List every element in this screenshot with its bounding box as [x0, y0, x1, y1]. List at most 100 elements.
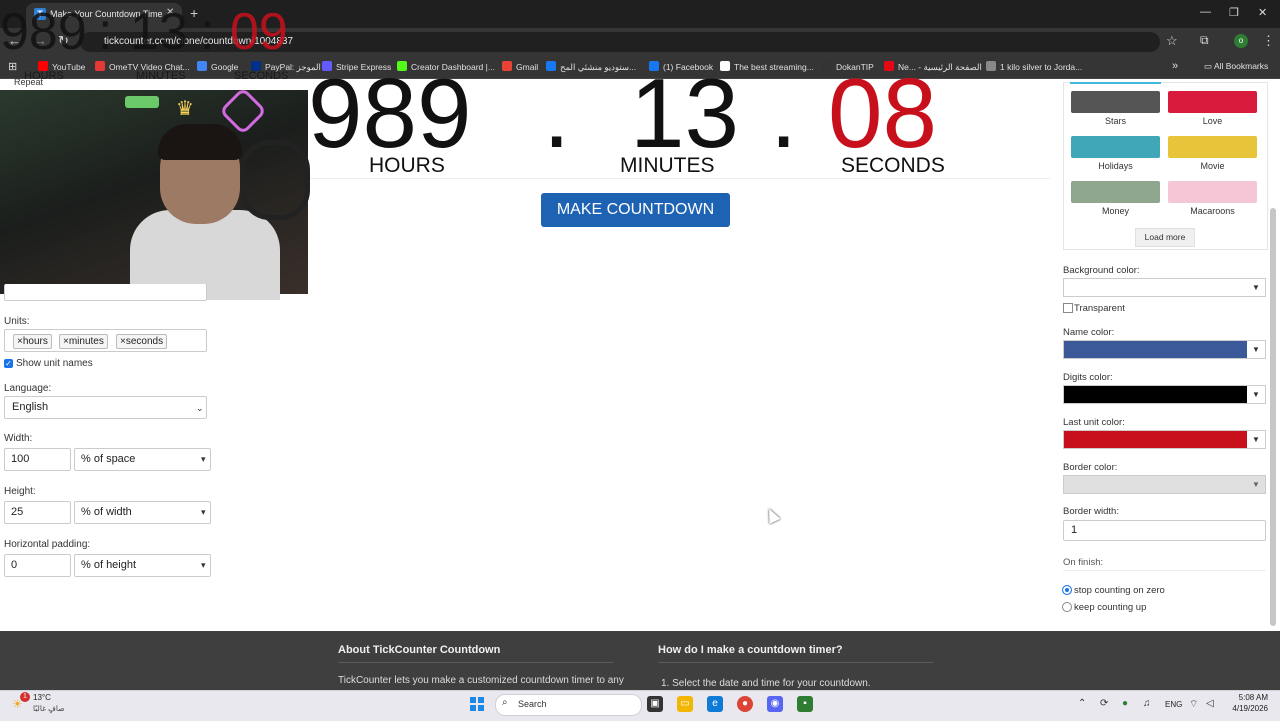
- language-value: English: [12, 401, 49, 413]
- background-thumb[interactable]: [1168, 136, 1257, 158]
- close-window-icon[interactable]: ✕: [1258, 6, 1267, 19]
- transparent-checkbox[interactable]: [1063, 303, 1073, 313]
- divider: [1063, 570, 1266, 571]
- make-countdown-button[interactable]: MAKE COUNTDOWN: [541, 193, 730, 227]
- microphone-icon[interactable]: ♫: [1143, 698, 1151, 709]
- background-thumb[interactable]: [1071, 181, 1160, 203]
- repeat-label: Repeat: [14, 77, 44, 87]
- load-more-button[interactable]: Load more: [1135, 228, 1195, 247]
- chevron-down-icon: ▼: [1247, 386, 1265, 403]
- edge-icon[interactable]: e: [707, 696, 723, 712]
- bookmark-favicon-icon: [502, 61, 512, 71]
- tray-status-icon[interactable]: ●: [1122, 698, 1128, 709]
- chevron-down-icon: ▾: [201, 454, 206, 464]
- profile-avatar[interactable]: o: [1234, 34, 1248, 48]
- wifi-icon[interactable]: ⌔: [1189, 698, 1198, 711]
- show-unit-names-checkbox[interactable]: ✓: [4, 359, 13, 368]
- bookmark-item[interactable]: 1 kilo silver to Jorda...: [986, 61, 1082, 72]
- unit-label-hours: HOURS: [369, 154, 445, 177]
- overlay-hours: 989: [0, 3, 87, 61]
- overlay-unit-minutes: MINUTES: [136, 70, 186, 82]
- page-scrollbar[interactable]: [1270, 208, 1276, 626]
- background-thumb[interactable]: [1168, 91, 1257, 113]
- notification-badge: 1: [20, 692, 30, 702]
- partial-input[interactable]: [4, 284, 207, 301]
- overlay-separator: :: [200, 3, 215, 61]
- bookmark-item[interactable]: Gmail: [502, 61, 538, 72]
- clock-time[interactable]: 5:08 AM: [1232, 693, 1268, 702]
- background-thumb[interactable]: [1071, 91, 1160, 113]
- height-input[interactable]: 25: [4, 501, 71, 524]
- show-unit-names-label: Show unit names: [16, 358, 93, 369]
- footer: [0, 631, 1280, 690]
- apps-grid-icon[interactable]: ⊞: [8, 60, 17, 73]
- all-bookmarks-link[interactable]: ▭ All Bookmarks: [1204, 61, 1268, 72]
- bookmarks-overflow-icon[interactable]: »: [1172, 60, 1178, 72]
- footer-howto-title: How do I make a countdown timer?: [658, 644, 843, 656]
- unit-label-minutes: MINUTES: [620, 154, 715, 177]
- units-label: Units:: [4, 316, 30, 327]
- new-tab-icon[interactable]: +: [190, 5, 198, 21]
- border-color-picker[interactable]: ▼: [1063, 475, 1266, 494]
- width-unit-select[interactable]: % of space: [74, 448, 211, 471]
- chevron-down-icon: ▼: [1247, 431, 1265, 448]
- padding-input[interactable]: 0: [4, 554, 71, 577]
- unit-tag-minutes[interactable]: ×minutes: [59, 334, 108, 349]
- unit-tag-hours[interactable]: ×hours: [13, 334, 52, 349]
- unit-tag-seconds[interactable]: ×seconds: [116, 334, 168, 349]
- minimize-icon[interactable]: —: [1200, 6, 1211, 18]
- taskbar-search-placeholder: Search: [518, 699, 547, 709]
- file-explorer-icon[interactable]: ▭: [677, 696, 693, 712]
- volume-icon[interactable]: ◁: [1206, 698, 1214, 709]
- width-input[interactable]: 100: [4, 448, 71, 471]
- language-label: Language:: [4, 383, 52, 394]
- mouse-cursor-icon: [763, 506, 781, 524]
- on-finish-label: On finish:: [1063, 557, 1104, 568]
- app-icon[interactable]: ▪: [797, 696, 813, 712]
- folder-icon: ▭: [1204, 61, 1214, 71]
- weather-temperature[interactable]: 13°C: [33, 693, 51, 702]
- discord-icon[interactable]: ◉: [767, 696, 783, 712]
- last-unit-color-picker[interactable]: ▼: [1063, 430, 1266, 449]
- browser-menu-icon[interactable]: ⋮: [1262, 33, 1275, 49]
- bookmark-star-icon[interactable]: ☆: [1166, 33, 1178, 49]
- height-label: Height:: [4, 486, 36, 497]
- task-view-icon[interactable]: ▣: [647, 696, 663, 712]
- name-color-label: Name color:: [1063, 327, 1115, 338]
- chevron-down-icon: ▼: [1247, 476, 1265, 493]
- bookmark-item[interactable]: Google: [197, 61, 238, 72]
- digits-color-picker[interactable]: ▼: [1063, 385, 1266, 404]
- keep-counting-label: keep counting up: [1074, 602, 1147, 613]
- background-color-picker[interactable]: ▼: [1063, 278, 1266, 297]
- divider: [338, 662, 613, 663]
- clock-date[interactable]: 4/19/2026: [1224, 704, 1268, 713]
- unit-label-seconds: SECONDS: [841, 154, 945, 177]
- language-select[interactable]: English: [4, 396, 207, 419]
- chrome-icon[interactable]: ●: [737, 696, 753, 712]
- background-thumb-label: Stars: [1104, 116, 1126, 126]
- width-label: Width:: [4, 433, 33, 444]
- background-thumb-label: Macaroons: [1190, 206, 1235, 216]
- border-width-input[interactable]: 1: [1063, 520, 1266, 541]
- background-thumb[interactable]: [1168, 181, 1257, 203]
- tray-app-icon[interactable]: ⟳: [1100, 698, 1108, 709]
- chevron-down-icon: ▼: [1247, 279, 1265, 296]
- countdown-separator: .: [543, 58, 571, 168]
- keep-counting-radio[interactable]: [1062, 602, 1072, 612]
- overlay-separator: :: [98, 3, 113, 61]
- height-unit-select[interactable]: % of width: [74, 501, 211, 524]
- bookmark-favicon-icon: [197, 61, 207, 71]
- extensions-icon[interactable]: ⧉: [1200, 33, 1209, 48]
- chevron-down-icon: ▼: [1247, 341, 1265, 358]
- language-indicator[interactable]: ENG: [1165, 700, 1182, 709]
- stop-counting-radio[interactable]: [1062, 585, 1072, 595]
- tray-overflow-icon[interactable]: ⌃: [1078, 698, 1086, 709]
- background-thumb-label: Love: [1202, 116, 1223, 126]
- last-unit-color-label: Last unit color:: [1063, 417, 1125, 428]
- restore-icon[interactable]: ❐: [1229, 6, 1239, 19]
- windows-start-icon[interactable]: [470, 697, 484, 711]
- background-thumb[interactable]: [1071, 136, 1160, 158]
- name-color-picker[interactable]: ▼: [1063, 340, 1266, 359]
- footer-about-text: TickCounter lets you make a customized c…: [338, 675, 624, 686]
- padding-unit-select[interactable]: % of height: [74, 554, 211, 577]
